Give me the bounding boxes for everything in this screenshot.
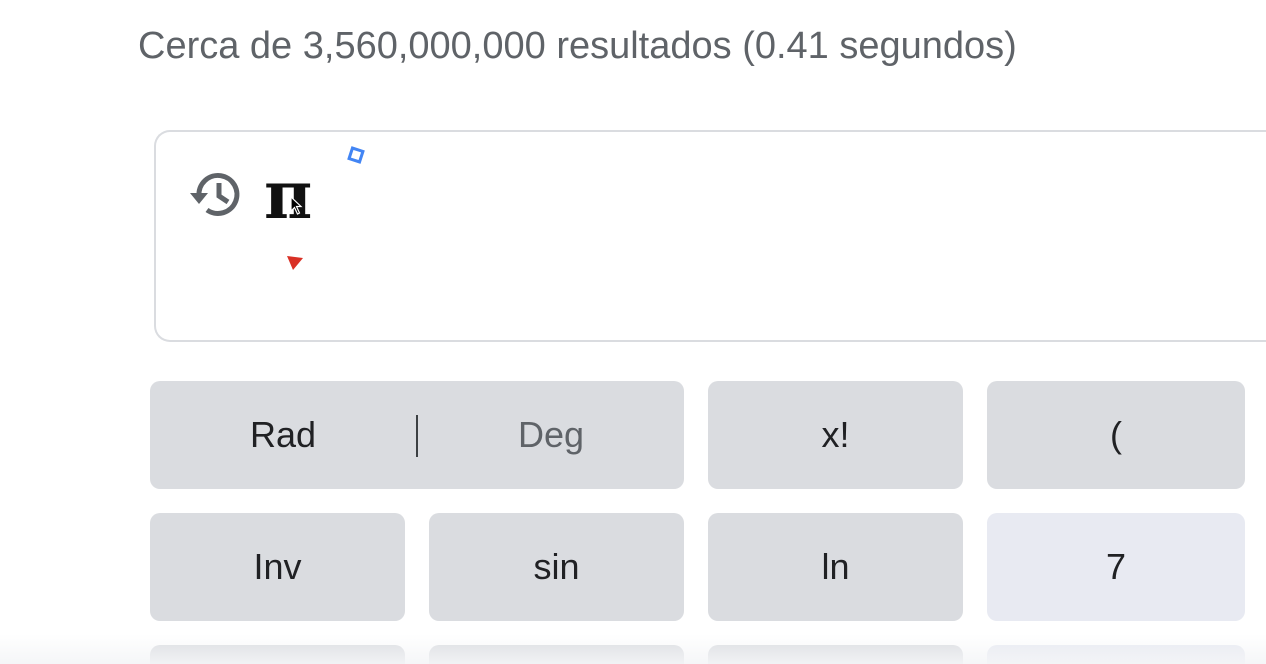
ln-button[interactable]: ln	[708, 513, 963, 621]
sin-button[interactable]: sin	[429, 513, 684, 621]
bottom-fade	[0, 634, 1266, 664]
result-stats: Cerca de 3,560,000,000 resultados (0.41 …	[138, 25, 1017, 67]
diamond-marker-icon	[347, 146, 365, 164]
rad-option[interactable]: Rad	[150, 381, 416, 489]
rad-deg-toggle[interactable]: Rad Deg	[150, 381, 684, 489]
display-value: π	[264, 156, 313, 234]
calculator-display	[154, 130, 1266, 342]
digit-7-button[interactable]: 7	[987, 513, 1245, 621]
history-icon[interactable]	[188, 166, 248, 222]
factorial-button[interactable]: x!	[708, 381, 963, 489]
triangle-marker-icon	[287, 256, 303, 270]
deg-option[interactable]: Deg	[418, 381, 684, 489]
mouse-cursor-icon	[290, 196, 303, 215]
open-paren-button[interactable]: (	[987, 381, 1245, 489]
inv-button[interactable]: Inv	[150, 513, 405, 621]
